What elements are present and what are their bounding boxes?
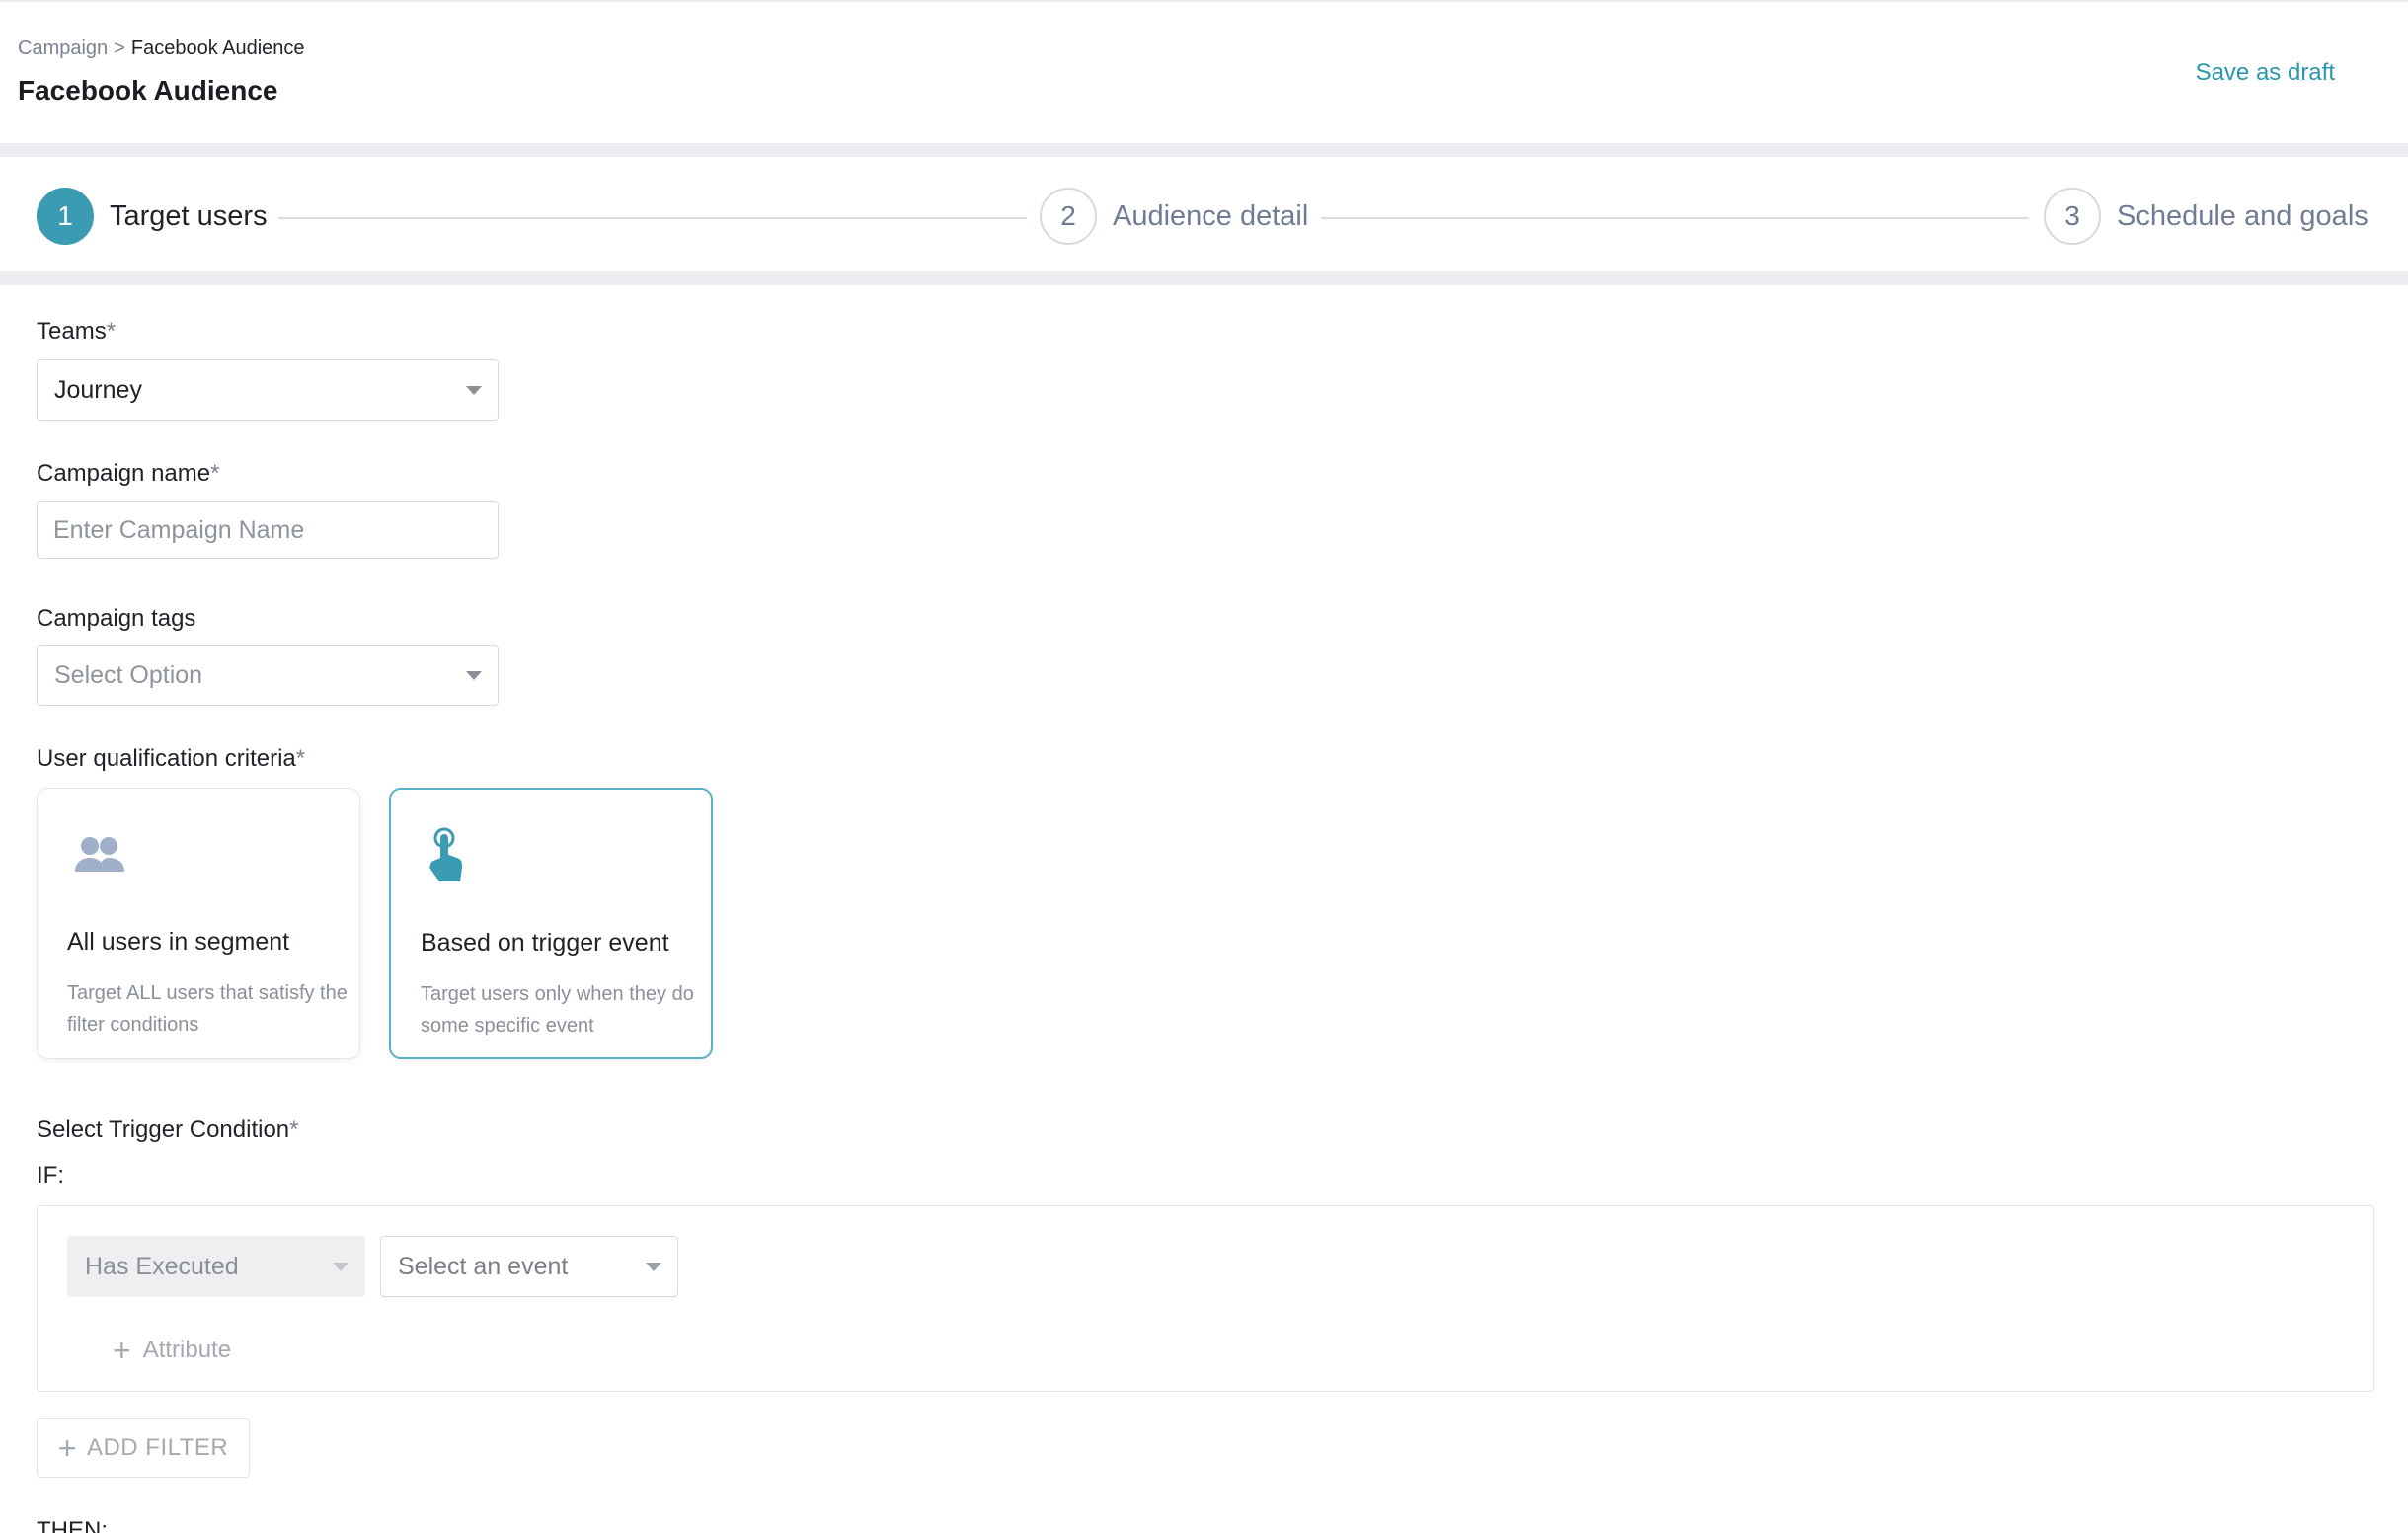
step-label: Audience detail — [1113, 199, 1309, 232]
step-connector — [1321, 217, 2029, 219]
condition-type-value: Has Executed — [85, 1252, 239, 1280]
if-label: IF: — [37, 1162, 64, 1188]
step-audience-detail[interactable]: 2 Audience detail — [1040, 188, 1308, 245]
step-number: 1 — [37, 188, 94, 245]
campaign-tags-select[interactable]: Select Option — [37, 645, 499, 706]
event-select-placeholder: Select an event — [398, 1252, 569, 1280]
option-description: Target ALL users that satisfy the filter… — [67, 982, 348, 1035]
condition-type-select[interactable]: Has Executed — [67, 1236, 365, 1297]
trigger-condition-label: Select Trigger Condition* — [37, 1116, 299, 1143]
step-schedule-and-goals[interactable]: 3 Schedule and goals — [2044, 188, 2369, 245]
event-select[interactable]: Select an event — [380, 1236, 678, 1297]
qualification-label: User qualification criteria* — [37, 745, 306, 772]
page-header: Campaign > Facebook Audience Facebook Audi… — [0, 2, 2408, 143]
step-connector — [278, 217, 1027, 219]
option-title: All users in segment — [67, 928, 290, 956]
option-all-users-in-segment[interactable]: All users in segment Target ALL users th… — [37, 788, 360, 1059]
plus-icon: + — [57, 1430, 77, 1466]
campaign-name-input[interactable] — [37, 501, 499, 559]
trigger-condition-box: Has Executed Select an event + Attribute — [37, 1205, 2374, 1392]
breadcrumb-current: Facebook Audience — [130, 38, 305, 59]
teams-select[interactable]: Journey — [37, 359, 499, 421]
option-based-on-trigger-event[interactable]: Based on trigger event Target users only… — [389, 788, 713, 1059]
option-title: Based on trigger event — [421, 929, 669, 957]
step-label: Schedule and goals — [2117, 199, 2369, 232]
plus-icon: + — [113, 1333, 131, 1368]
progress-stepper: 1 Target users 2 Audience detail 3 Sched… — [0, 157, 2408, 271]
breadcrumb-parent[interactable]: Campaign — [18, 38, 108, 59]
add-attribute-label: Attribute — [142, 1337, 232, 1363]
add-filter-button[interactable]: + ADD FILTER — [37, 1418, 250, 1478]
campaign-tags-label: Campaign tags — [37, 605, 196, 632]
touch-pointer-icon — [429, 827, 463, 881]
teams-label: Teams* — [37, 318, 117, 345]
step-number: 3 — [2044, 188, 2101, 245]
option-description: Target users only when they do some spec… — [421, 983, 694, 1036]
teams-selected-value: Journey — [54, 375, 142, 404]
step-label: Target users — [110, 199, 268, 232]
add-filter-label: ADD FILTER — [86, 1434, 229, 1461]
users-group-icon — [75, 837, 124, 872]
campaign-tags-placeholder: Select Option — [54, 660, 203, 689]
chevron-down-icon — [333, 1263, 349, 1271]
chevron-down-icon — [466, 671, 482, 680]
add-attribute-button[interactable]: + Attribute — [113, 1335, 231, 1366]
then-label: THEN: — [37, 1517, 108, 1533]
page-title: Facebook Audience — [18, 75, 278, 106]
step-target-users[interactable]: 1 Target users — [37, 188, 268, 245]
campaign-name-label: Campaign name* — [37, 460, 220, 487]
breadcrumb: Campaign > Facebook Audience — [18, 38, 305, 60]
save-as-draft-button[interactable]: Save as draft — [2196, 59, 2335, 87]
breadcrumb-separator: > — [114, 38, 125, 59]
step-number: 2 — [1040, 188, 1097, 245]
chevron-down-icon — [466, 386, 482, 395]
chevron-down-icon — [646, 1263, 661, 1271]
